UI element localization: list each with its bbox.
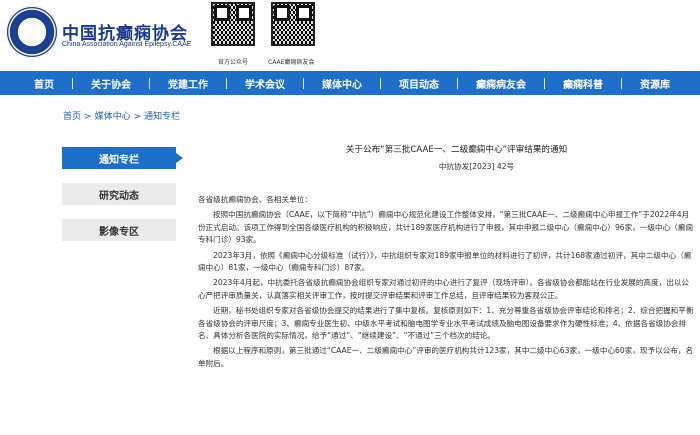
caae-logo[interactable] xyxy=(6,6,58,58)
article-paragraph: 2023年3月，依照《癫痫中心分级标准（试行）》，中抗组织专家对189家申报单位… xyxy=(198,250,692,273)
article-body: 各省级抗癫痫协会、各相关单位： 按照中国抗癫痫协会（CAAE，以下简称“中抗”）… xyxy=(198,194,695,370)
breadcrumb-home[interactable]: 首页 xyxy=(63,112,81,122)
sidebar-item-imaging[interactable]: 影像专区 xyxy=(62,219,176,241)
breadcrumb-notices[interactable]: 通知专栏 xyxy=(144,112,180,122)
sidebar-item-notices[interactable]: 通知专栏 xyxy=(62,147,183,169)
article-paragraph: 根据以上程序和原则，第三批通过“CAAE一、二级癫痫中心”评审的医疗机构共计12… xyxy=(198,346,694,368)
qr-official-caption: 官方公众号 xyxy=(218,59,249,66)
breadcrumb-separator: > xyxy=(133,112,142,122)
main-nav: 首页 关于协会 党建工作 学术会议 媒体中心 项目动态 癫痫病友会 癫痫科普 资… xyxy=(0,71,700,95)
article-doc-number: 中抗协发[2023] 42号 xyxy=(438,162,515,171)
article-salutation: 各省级抗癫痫协会、各相关单位： xyxy=(198,195,312,204)
site-header: 中国抗癫痫协会 China Association Against Epilep… xyxy=(0,0,700,70)
nav-item-projects[interactable]: 项目动态 xyxy=(381,76,457,91)
breadcrumb-media[interactable]: 媒体中心 xyxy=(95,112,131,122)
qr-code-official xyxy=(211,2,255,46)
nav-item-science[interactable]: 癫痫科普 xyxy=(545,76,621,91)
article-paragraph: 按照中国抗癫痫协会（CAAE，以下简称“中抗”）癫痫中心规范化建设工作整体安排，… xyxy=(198,210,693,245)
article-paragraph: 近期，秘书处组织专家对各省级协会提交的结果进行了集中复核。复核原则如下：1、充分… xyxy=(198,306,694,341)
article-title: 关于公布“第三批CAAE一、二级癫痫中心”评审结果的通知 xyxy=(345,145,568,155)
nav-item-resources[interactable]: 资源库 xyxy=(622,76,688,91)
nav-item-about[interactable]: 关于协会 xyxy=(73,76,149,91)
nav-item-conferences[interactable]: 学术会议 xyxy=(227,76,303,91)
org-name-en[interactable]: China Association Against Epilepsy.CAAE xyxy=(62,41,191,48)
sidebar-item-research[interactable]: 研究动态 xyxy=(62,183,176,205)
article: 关于公布“第三批CAAE一、二级癫痫中心”评审结果的通知 中抗协发[2023] … xyxy=(198,137,695,435)
nav-item-patient-group[interactable]: 癫痫病友会 xyxy=(458,76,544,91)
article-paragraph: 2023年4月起，中抗委托各省级抗癫痫协会组织专家对通过初评的中心进行了复评（现… xyxy=(198,278,689,300)
nav-item-party-work[interactable]: 党建工作 xyxy=(150,76,226,91)
breadcrumb-separator: > xyxy=(84,112,92,122)
breadcrumb: 首页 > 媒体中心 > 通知专栏 xyxy=(63,109,180,122)
qr-code-patient-group xyxy=(271,2,315,46)
qr-patient-caption: CAAE癫痫病友会 xyxy=(268,59,315,66)
nav-item-media-center[interactable]: 媒体中心 xyxy=(304,76,380,91)
nav-item-home[interactable]: 首页 xyxy=(0,76,72,91)
